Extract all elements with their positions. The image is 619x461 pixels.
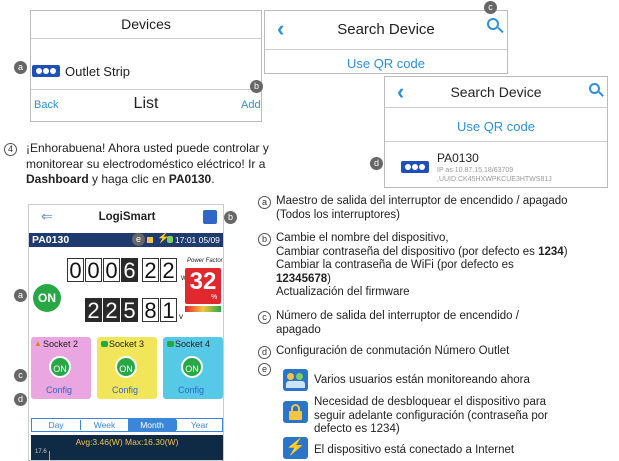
legend-e3: El dispositivo está conectado a Internet [314, 444, 515, 456]
tab-year[interactable]: Year [176, 420, 222, 430]
marker-a-phone: a [14, 289, 27, 302]
users-monitoring-icon [283, 369, 308, 391]
device-label: PA0130 [32, 234, 70, 246]
lock-icon [283, 401, 308, 423]
usage-chart: Avg:3.46(W) Max:16.30(W) 17.6 [31, 435, 223, 460]
internet-connected-icon: ⚡ [283, 437, 308, 459]
outlet-strip-icon [32, 65, 60, 77]
socket-4-toggle[interactable]: ON [181, 356, 203, 378]
marker-c-phone: c [14, 369, 27, 382]
marker-d-phone: d [14, 393, 27, 406]
tab-day[interactable]: Day [32, 420, 80, 430]
status-time: 17:01 05/09 [175, 235, 220, 245]
legend-c: Número de salida del interruptor de ence… [276, 310, 519, 336]
tab-week[interactable]: Week [80, 420, 128, 430]
status-bar: PA0130 ⚡ 17:01 05/09 [29, 233, 223, 247]
voltage-unit: v [179, 312, 183, 321]
lock-icon [147, 237, 153, 243]
power-factor-label: Power Factor [187, 258, 223, 264]
socket-3-config[interactable]: Config [112, 385, 138, 395]
socket-3-label: Socket 3 [109, 339, 145, 349]
socket-2-config[interactable]: Config [46, 385, 72, 395]
list-title: List [133, 95, 159, 112]
device-row-pa0130[interactable]: PA0130 IP as 10.87.15.18/63709 ,UUID:CK4… [385, 143, 607, 187]
step-number: 4 [4, 143, 17, 156]
legend-marker-d: d [258, 346, 271, 359]
dashboard-screen: ⇐ LogiSmart PA0130 ⚡ 17:01 05/09 000622 … [28, 204, 224, 461]
device-uuid: ,UUID:CK45HXWPKCUE3HTWS81J [437, 176, 552, 183]
legend-a: Maestro de salida del interruptor de enc… [276, 195, 568, 221]
power-readout: 000622 [67, 258, 178, 283]
legend-b: Cambie el nombre del dispositivo, Cambia… [276, 232, 568, 299]
outlet-strip-icon [401, 161, 429, 173]
legend-marker-a: a [258, 196, 271, 209]
legend-marker-b: b [258, 233, 271, 246]
bell-icon: ▲ [34, 339, 42, 348]
search-device-title: Search Device [450, 84, 542, 100]
search-device-panel: ‹ Search Device Use QR code [264, 10, 508, 74]
use-qr-code-link[interactable]: Use QR code [385, 119, 607, 134]
tab-month[interactable]: Month [128, 418, 176, 432]
chart-stats: Avg:3.46(W) Max:16.30(W) [75, 437, 179, 447]
period-tabs: Day Week Month Year [31, 418, 223, 432]
marker-e-phone: e [132, 233, 145, 246]
socket-4-config[interactable]: Config [178, 385, 204, 395]
use-qr-code-link[interactable]: Use QR code [265, 56, 507, 71]
device-name: PA0130 [437, 151, 479, 165]
legend-e2: Necesidad de desbloquear el dispositivo … [314, 396, 548, 436]
legend-e1: Varios usuarios están monitoreando ahora [314, 374, 530, 386]
marker-b-top: b [250, 80, 263, 93]
chart-tick: 17.6 [35, 449, 47, 455]
users-icon [101, 341, 108, 347]
search-device-result-panel: ‹ Search Device Use QR code PA0130 IP as… [384, 76, 608, 188]
socket-3-toggle[interactable]: ON [115, 356, 137, 378]
device-ip: IP as 10.87.15.18/63709 [437, 167, 514, 174]
legend-marker-e: e [258, 363, 271, 376]
devices-panel: Devices Outlet Strip Back List Add [30, 10, 262, 122]
master-on-button[interactable]: ON [33, 284, 61, 312]
socket-4-label: Socket 4 [175, 339, 211, 349]
voltage-readout: 22581 [85, 298, 178, 323]
power-factor-gauge: 32 % [185, 268, 221, 304]
power-factor-bar [185, 306, 221, 312]
step-4-text: ¡Enhorabuena! Ahora usted puede controla… [26, 141, 269, 186]
marker-d-top: d [370, 157, 383, 170]
legend-d: Configuración de conmutación Número Outl… [276, 345, 510, 357]
marker-a-top: a [14, 61, 27, 74]
add-button[interactable]: Add [241, 99, 261, 111]
legend-marker-c: c [258, 311, 271, 324]
users-icon [167, 341, 174, 347]
device-row-outlet-strip[interactable]: Outlet Strip [31, 61, 261, 81]
socket-2-toggle[interactable]: ON [49, 356, 71, 378]
marker-c-top: c [484, 1, 497, 14]
search-device-title: Search Device [337, 21, 435, 38]
users-icon [167, 236, 173, 243]
socket-2-label: Socket 2 [43, 339, 79, 349]
marker-b-phone: b [224, 211, 237, 224]
devices-title: Devices [121, 16, 171, 32]
app-title: LogiSmart [98, 211, 156, 223]
device-name: Outlet Strip [65, 64, 131, 79]
settings-icon[interactable] [203, 210, 217, 224]
